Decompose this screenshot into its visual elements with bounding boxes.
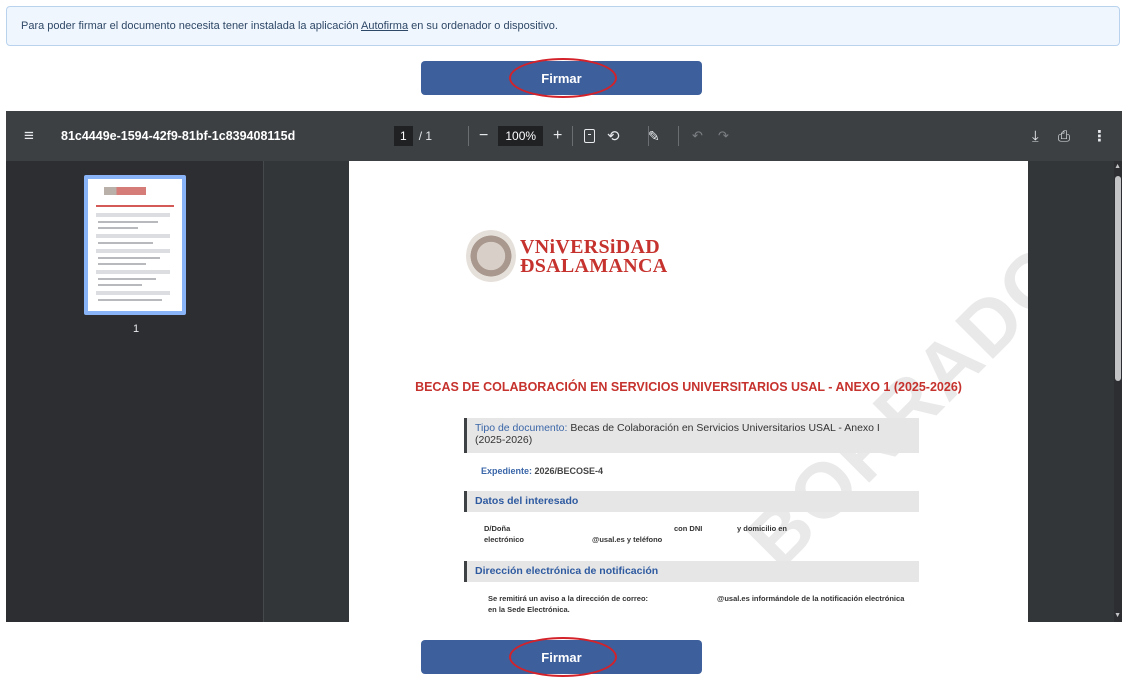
datos-field-name: D/Doña xyxy=(484,524,511,533)
document-title: BECAS DE COLABORACIÓN EN SERVICIOS UNIVE… xyxy=(415,380,962,394)
datos-field-email: electrónico xyxy=(484,535,525,544)
expediente-value: 2026/BECOSE-4 xyxy=(532,466,604,476)
page-number-input[interactable]: 1 xyxy=(394,126,413,146)
page-total: / 1 xyxy=(418,129,433,143)
pdf-page: VNiVERSiDAD ÐSALAMANCA BORRADOR BECAS DE… xyxy=(349,161,1028,622)
scroll-down-arrow-icon[interactable]: ▼ xyxy=(1114,612,1121,619)
notice-text-after: en su ordenador o dispositivo. xyxy=(408,20,558,32)
sign-button-top[interactable]: Firmar xyxy=(421,58,702,98)
direccion-sede-text: en la Sede Electrónica. xyxy=(488,605,570,614)
autofirma-notice: Para poder firmar el documento necesita … xyxy=(6,6,1120,46)
thumbnail-page-number: 1 xyxy=(133,323,140,335)
expediente-line: Expediente: 2026/BECOSE-4 xyxy=(481,466,603,476)
zoom-controls: − 100% + xyxy=(458,111,583,161)
section-header-datos: Datos del interesado xyxy=(464,491,919,512)
thumbnail-sidebar: 1 xyxy=(6,161,264,622)
plus-icon[interactable]: + xyxy=(553,127,562,145)
highlight-ring xyxy=(509,58,617,98)
undo-icon[interactable]: ↶ xyxy=(692,111,703,161)
download-icon[interactable]: ⤓ xyxy=(1032,111,1039,161)
toolbar-divider xyxy=(572,126,574,146)
file-name: 81c4449e-1594-42f9-81bf-1c839408115d xyxy=(61,129,296,143)
scroll-up-arrow-icon[interactable]: ▲ xyxy=(1114,163,1121,170)
expediente-label: Expediente: xyxy=(481,466,533,476)
autofirma-link[interactable]: Autofirma xyxy=(361,20,408,32)
more-vert-icon[interactable]: ⋮ xyxy=(1092,111,1107,161)
minus-icon[interactable]: − xyxy=(479,127,488,145)
document-type-section: Tipo de documento: Becas de Colaboración… xyxy=(464,418,919,453)
print-icon[interactable]: ⎙ xyxy=(1058,111,1070,161)
highlight-ring xyxy=(509,637,617,677)
direccion-text: Se remitirá un aviso a la dirección de c… xyxy=(488,594,649,603)
direccion-email-text: @usal.es informándole de la notificación… xyxy=(717,594,905,603)
menu-icon[interactable]: ≡ xyxy=(24,111,34,161)
pen-icon[interactable]: ✎ xyxy=(648,111,660,161)
toolbar-divider xyxy=(468,126,469,146)
pdf-toolbar: ≡ 81c4449e-1594-42f9-81bf-1c839408115d 1… xyxy=(6,111,1122,161)
datos-field-dni: con DNI xyxy=(674,524,703,533)
page-thumbnail[interactable] xyxy=(84,175,186,315)
notice-text-before: Para poder firmar el documento necesita … xyxy=(21,20,361,32)
page-indicator: 1 / 1 xyxy=(394,111,432,161)
rotate-icon[interactable]: ⟲ xyxy=(607,111,620,161)
document-type-label: Tipo de documento: xyxy=(475,422,568,434)
redo-icon[interactable]: ↷ xyxy=(718,111,729,161)
sign-button-bottom[interactable]: Firmar xyxy=(421,637,702,677)
university-seal-icon xyxy=(466,229,516,283)
zoom-level[interactable]: 100% xyxy=(498,126,544,146)
university-logo-text: VNiVERSiDAD ÐSALAMANCA xyxy=(520,236,668,277)
datos-field-phone: @usal.es y teléfono xyxy=(592,535,663,544)
datos-field-domicilio: y domicilio en xyxy=(737,524,788,533)
thumbnail-logo xyxy=(104,187,146,195)
toolbar-divider xyxy=(678,126,679,146)
scrollbar-thumb[interactable] xyxy=(1115,176,1121,381)
fit-page-icon[interactable] xyxy=(584,111,595,161)
pdf-viewer: ≡ 81c4449e-1594-42f9-81bf-1c839408115d 1… xyxy=(6,111,1122,622)
section-header-direccion: Dirección electrónica de notificación xyxy=(464,561,919,582)
